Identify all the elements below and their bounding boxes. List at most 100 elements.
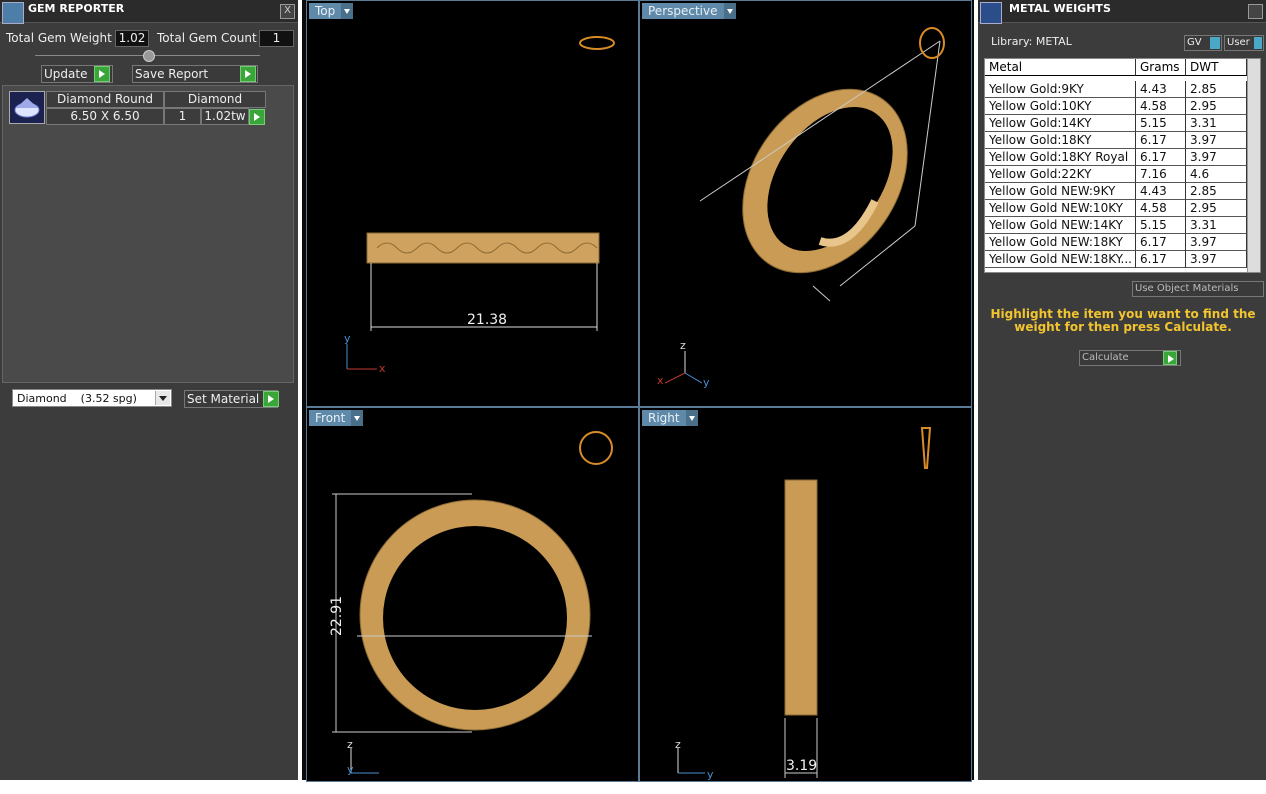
table-row[interactable]: Yellow Gold NEW:18KY 6.17 3.97 bbox=[985, 234, 1247, 251]
total-gem-weight-label: Total Gem Weight bbox=[6, 31, 112, 45]
gem-reporter-panel: GEM REPORTER X Total Gem Weight 1.02 Tot… bbox=[0, 0, 298, 780]
viewport-perspective[interactable]: Perspective z x y bbox=[639, 0, 972, 407]
viewport-right[interactable]: Right 3.19 z y bbox=[639, 407, 972, 782]
table-scrollbar[interactable] bbox=[1247, 59, 1260, 272]
dwt-cell[interactable]: 3.97 bbox=[1186, 132, 1247, 149]
user-label: User bbox=[1227, 37, 1250, 48]
viewport-front[interactable]: Front 22.91 z y bbox=[306, 407, 639, 782]
update-go-icon[interactable] bbox=[94, 66, 110, 82]
calculate-go-icon[interactable] bbox=[1163, 351, 1177, 365]
gem-select-go-icon[interactable] bbox=[249, 109, 265, 125]
metal-name-cell[interactable]: Yellow Gold NEW:18KY bbox=[985, 234, 1136, 251]
table-row[interactable]: Yellow Gold NEW:9KY 4.43 2.85 bbox=[985, 183, 1247, 200]
dwt-cell[interactable]: 3.97 bbox=[1186, 234, 1247, 251]
total-gem-count-value: 1 bbox=[259, 30, 294, 47]
grams-cell[interactable]: 4.58 bbox=[1136, 98, 1186, 115]
save-report-go-icon[interactable] bbox=[240, 66, 256, 82]
table-row[interactable]: Yellow Gold:14KY 5.15 3.31 bbox=[985, 115, 1247, 132]
gv-label: GV bbox=[1187, 37, 1202, 48]
close-icon[interactable] bbox=[1248, 4, 1263, 19]
grams-cell[interactable]: 4.43 bbox=[1136, 183, 1186, 200]
gem-reporter-app-icon bbox=[2, 2, 24, 24]
library-label: Library: METAL bbox=[991, 35, 1072, 48]
table-row[interactable]: Yellow Gold NEW:10KY 4.58 2.95 bbox=[985, 200, 1247, 217]
column-header-grams[interactable]: Grams bbox=[1136, 59, 1186, 76]
dwt-cell[interactable]: 2.95 bbox=[1186, 98, 1247, 115]
table-row[interactable]: Yellow Gold:9KY 4.43 2.85 bbox=[985, 81, 1247, 98]
table-row[interactable]: Yellow Gold:22KY 7.16 4.6 bbox=[985, 166, 1247, 183]
scale-icon bbox=[980, 2, 1002, 24]
grams-cell[interactable]: 5.15 bbox=[1136, 217, 1186, 234]
grams-cell[interactable]: 5.15 bbox=[1136, 115, 1186, 132]
right-width-dimension: 3.19 bbox=[786, 758, 818, 774]
use-object-materials-toggle[interactable]: Use Object Materials bbox=[1132, 281, 1264, 297]
metal-name-cell[interactable]: Yellow Gold NEW:14KY bbox=[985, 217, 1136, 234]
set-material-go-icon[interactable] bbox=[263, 391, 279, 407]
metal-weights-panel: METAL WEIGHTS Library: METAL GV User Met… bbox=[978, 0, 1266, 780]
front-view-drawing bbox=[332, 431, 613, 774]
table-row[interactable]: Yellow Gold NEW:14KY 5.15 3.31 bbox=[985, 217, 1247, 234]
right-view-drawing bbox=[677, 427, 932, 778]
metal-name-cell[interactable]: Yellow Gold NEW:10KY bbox=[985, 200, 1136, 217]
metal-weights-title: METAL WEIGHTS bbox=[1009, 2, 1111, 15]
metal-name-cell[interactable]: Yellow Gold NEW:9KY bbox=[985, 183, 1136, 200]
set-material-label: Set Material bbox=[187, 392, 260, 406]
metal-name-cell[interactable]: Yellow Gold:18KY Royal bbox=[985, 149, 1136, 166]
metal-name-cell[interactable]: Yellow Gold NEW:18KY... bbox=[985, 251, 1136, 268]
chevron-down-icon[interactable] bbox=[155, 391, 170, 405]
gem-material-cell[interactable]: Diamond bbox=[164, 91, 266, 108]
use-object-materials-label: Use Object Materials bbox=[1135, 283, 1239, 294]
grams-cell[interactable]: 6.17 bbox=[1136, 251, 1186, 268]
dwt-cell[interactable]: 3.31 bbox=[1186, 217, 1247, 234]
table-row[interactable]: Yellow Gold:18KY 6.17 3.97 bbox=[985, 132, 1247, 149]
material-select[interactable]: Diamond (3.52 spg) bbox=[12, 389, 172, 407]
column-header-dwt[interactable]: DWT bbox=[1186, 59, 1247, 76]
perspective-view-drawing bbox=[664, 27, 945, 384]
grams-cell[interactable]: 4.43 bbox=[1136, 81, 1186, 98]
gv-toggle[interactable]: GV bbox=[1184, 35, 1222, 51]
metal-name-cell[interactable]: Yellow Gold:18KY bbox=[985, 132, 1136, 149]
axis-x-label: x bbox=[379, 362, 386, 375]
dwt-cell[interactable]: 3.97 bbox=[1186, 251, 1247, 268]
grams-cell[interactable]: 6.17 bbox=[1136, 132, 1186, 149]
axis-z-label: z bbox=[680, 339, 686, 352]
gem-count-cell[interactable]: 1 bbox=[164, 108, 201, 125]
gem-reporter-title: GEM REPORTER bbox=[28, 2, 125, 15]
gem-weight-cell[interactable]: 1.02tw bbox=[201, 108, 249, 125]
metal-name-cell[interactable]: Yellow Gold:10KY bbox=[985, 98, 1136, 115]
grams-cell[interactable]: 4.58 bbox=[1136, 200, 1186, 217]
close-icon[interactable]: X bbox=[280, 4, 295, 19]
dwt-cell[interactable]: 2.85 bbox=[1186, 183, 1247, 200]
calculate-label: Calculate bbox=[1082, 352, 1129, 363]
dwt-cell[interactable]: 4.6 bbox=[1186, 166, 1247, 183]
slider-handle[interactable] bbox=[143, 50, 155, 62]
axis-z-label: z bbox=[675, 738, 681, 751]
table-row[interactable]: Yellow Gold NEW:18KY... 6.17 3.97 bbox=[985, 251, 1247, 268]
top-view-drawing bbox=[346, 36, 615, 370]
save-report-label: Save Report bbox=[135, 67, 209, 81]
material-select-value: Diamond (3.52 spg) bbox=[17, 392, 137, 405]
gem-size-cell[interactable]: 6.50 X 6.50 bbox=[46, 108, 164, 125]
axis-y-label: y bbox=[703, 376, 710, 389]
diamond-icon[interactable] bbox=[9, 91, 45, 124]
grams-cell[interactable]: 6.17 bbox=[1136, 149, 1186, 166]
grams-cell[interactable]: 7.16 bbox=[1136, 166, 1186, 183]
column-header-metal[interactable]: Metal bbox=[985, 59, 1136, 76]
dwt-cell[interactable]: 2.85 bbox=[1186, 81, 1247, 98]
total-gem-count-label: Total Gem Count bbox=[157, 31, 257, 45]
table-header: Metal Grams DWT bbox=[985, 59, 1247, 76]
dwt-cell[interactable]: 2.95 bbox=[1186, 200, 1247, 217]
metal-name-cell[interactable]: Yellow Gold:9KY bbox=[985, 81, 1136, 98]
grams-cell[interactable]: 6.17 bbox=[1136, 234, 1186, 251]
metal-name-cell[interactable]: Yellow Gold:22KY bbox=[985, 166, 1136, 183]
dwt-cell[interactable]: 3.97 bbox=[1186, 149, 1247, 166]
axis-z-label: z bbox=[347, 738, 353, 751]
table-row[interactable]: Yellow Gold:10KY 4.58 2.95 bbox=[985, 98, 1247, 115]
user-toggle[interactable]: User bbox=[1224, 35, 1264, 51]
dwt-cell[interactable]: 3.31 bbox=[1186, 115, 1247, 132]
viewport-area: Top 21.38 y x Perspective z x y Front 22… bbox=[302, 0, 974, 782]
table-row[interactable]: Yellow Gold:18KY Royal 6.17 3.97 bbox=[985, 149, 1247, 166]
viewport-top[interactable]: Top 21.38 y x bbox=[306, 0, 639, 407]
gem-shape-cell[interactable]: Diamond Round bbox=[46, 91, 164, 108]
metal-name-cell[interactable]: Yellow Gold:14KY bbox=[985, 115, 1136, 132]
